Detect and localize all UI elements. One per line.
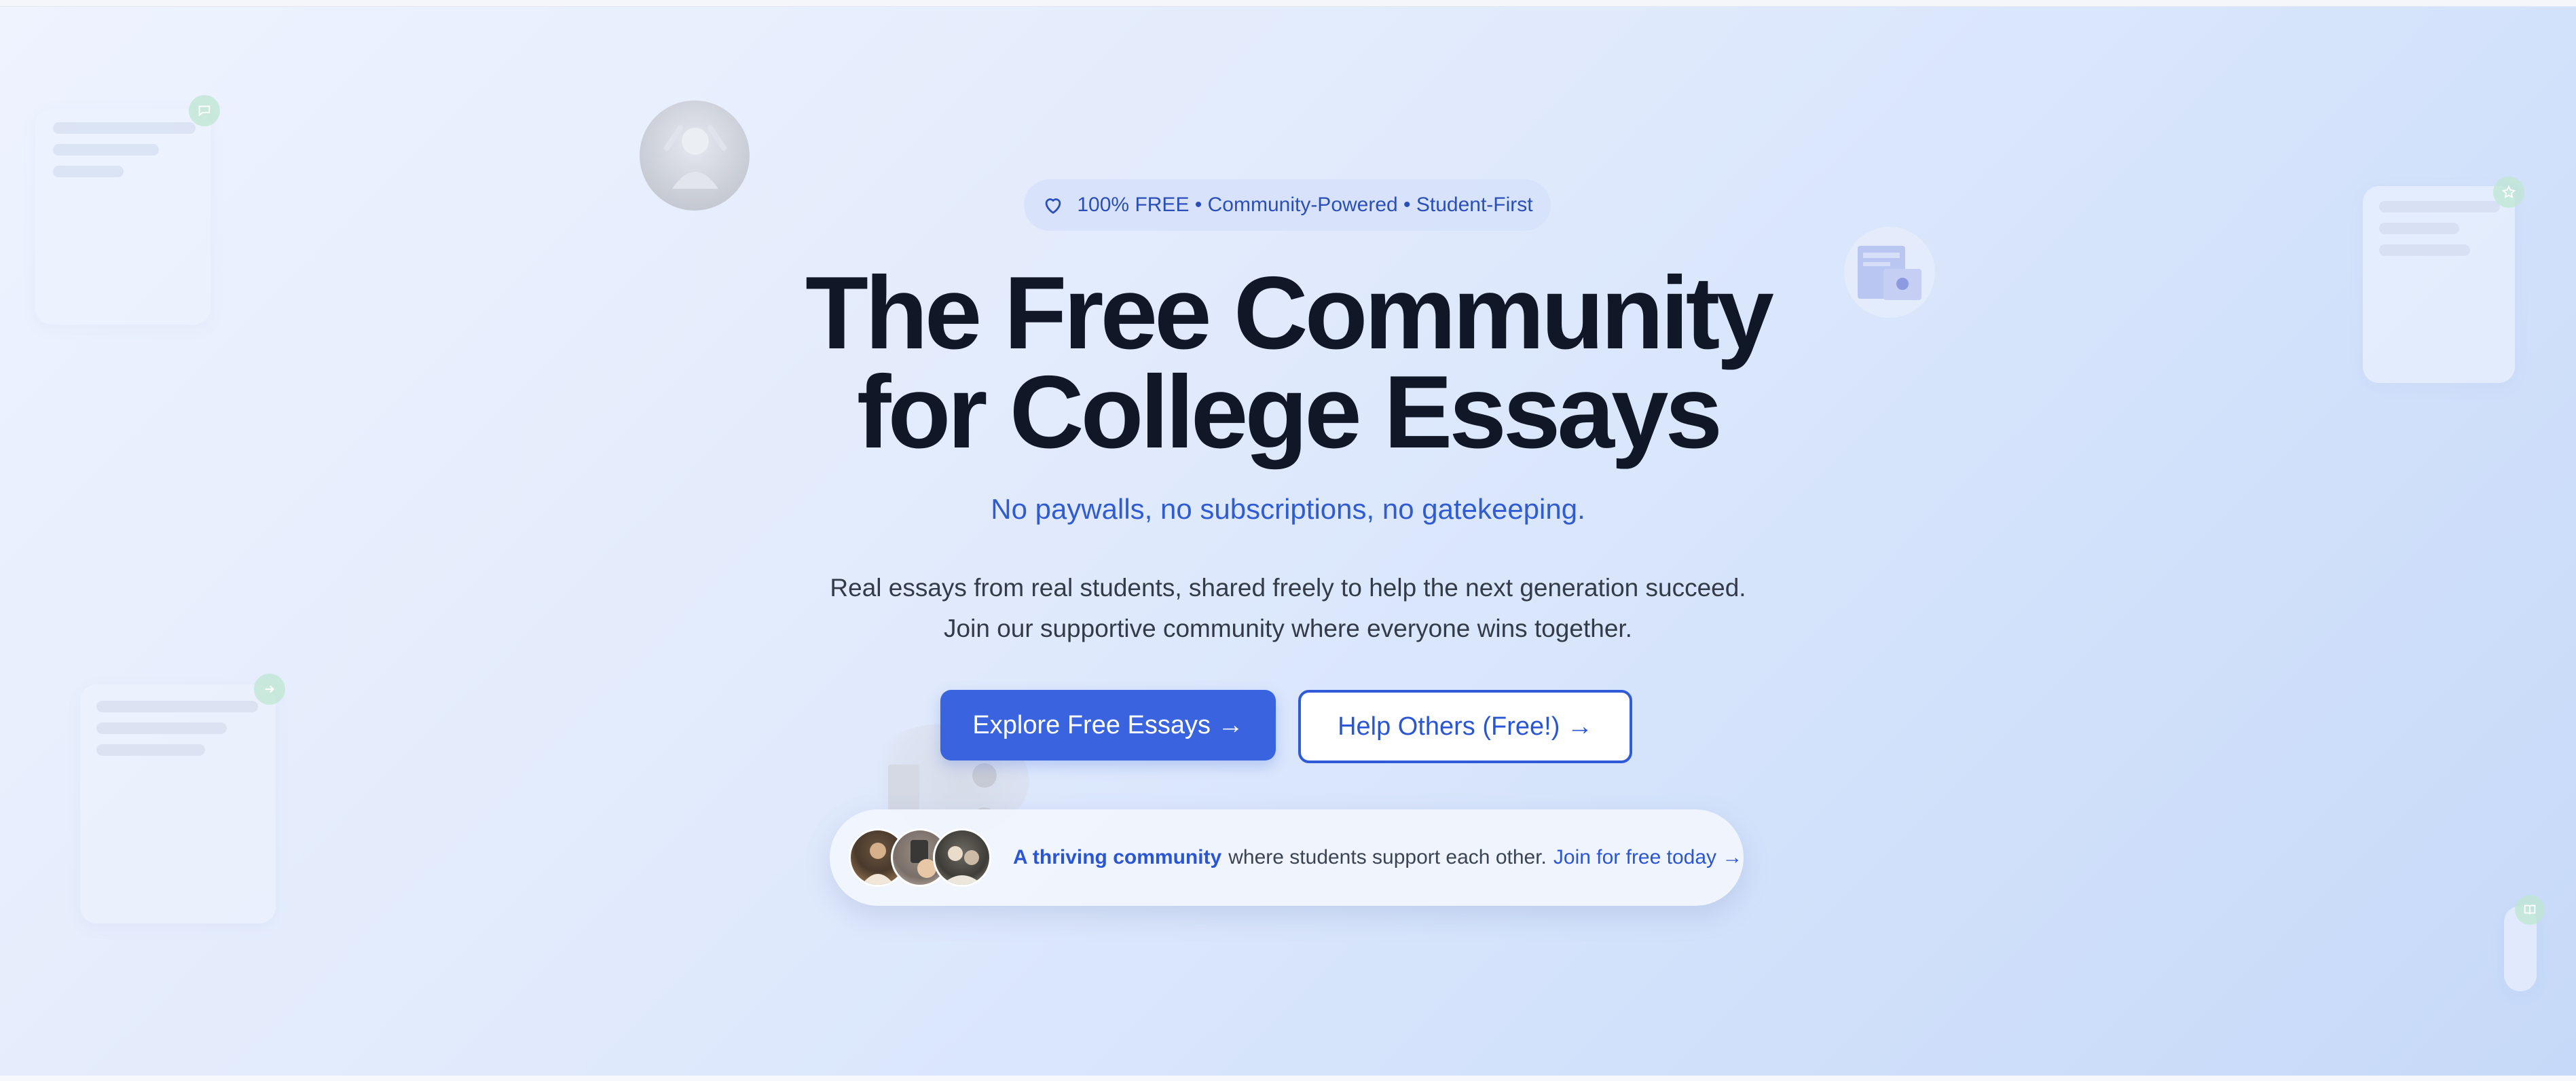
- decor-card-top-left: [35, 109, 210, 325]
- bottom-divider: [0, 1076, 2576, 1081]
- decor-card-top-right: [2363, 186, 2515, 383]
- title-line-2: for College Essays: [856, 354, 1723, 470]
- description-line-2: Join our supportive community where ever…: [944, 615, 1632, 642]
- join-free-link[interactable]: Join for free today →: [1553, 846, 1742, 869]
- free-badge: 100% FREE • Community-Powered • Student-…: [1024, 179, 1551, 231]
- message-icon: [189, 95, 220, 126]
- community-highlight: A thriving community: [1013, 846, 1222, 868]
- heart-icon: [1046, 198, 1061, 214]
- avatar: [933, 828, 991, 887]
- decor-line: [53, 144, 159, 155]
- tagline: No paywalls, no subscriptions, no gateke…: [991, 493, 1585, 525]
- decor-line: [53, 122, 196, 134]
- explore-essays-button[interactable]: Explore Free Essays →: [940, 690, 1276, 761]
- hero-description: Real essays from real students, shared f…: [745, 568, 1831, 649]
- arrow-icon: [254, 674, 285, 705]
- student-photo-faded: [640, 100, 750, 210]
- decor-line: [96, 722, 227, 734]
- decor-card-bottom-left: [80, 684, 276, 923]
- decor-line: [53, 166, 124, 177]
- decor-line: [96, 701, 258, 712]
- community-text: A thriving community where students supp…: [1013, 809, 1742, 906]
- decor-line: [2379, 244, 2470, 256]
- decor-line: [2379, 223, 2459, 234]
- community-banner: A thriving community where students supp…: [830, 809, 1744, 906]
- community-description: where students support each other.: [1228, 846, 1547, 868]
- help-others-button[interactable]: Help Others (Free!) →: [1298, 690, 1632, 763]
- decor-line: [2379, 201, 2500, 213]
- top-divider: [0, 0, 2576, 7]
- avatar-stack: [849, 828, 998, 887]
- page-title: The Free Community for College Essays: [745, 255, 1831, 470]
- decor-line: [96, 744, 205, 756]
- star-icon: [2493, 177, 2524, 208]
- description-line-1: Real essays from real students, shared f…: [830, 574, 1746, 602]
- title-line-1: The Free Community: [805, 255, 1774, 371]
- badge-text: 100% FREE • Community-Powered • Student-…: [1077, 194, 1533, 216]
- illustration-faded: [1844, 227, 1935, 318]
- book-icon: [2515, 895, 2545, 925]
